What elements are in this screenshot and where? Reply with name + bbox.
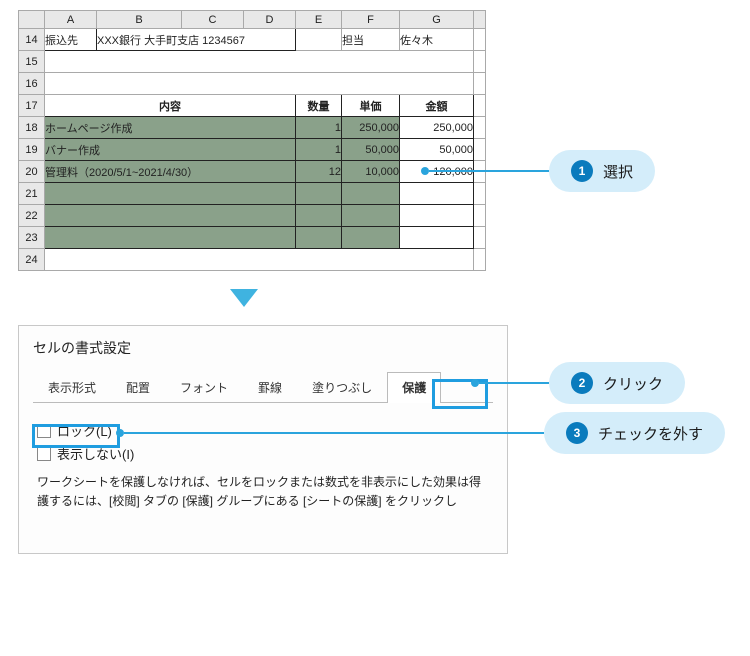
hdr-content[interactable]: 内容 (45, 95, 296, 117)
row-18[interactable]: 18 ホームページ作成 1 250,000 250,000 (19, 117, 486, 139)
callout-2: 2クリック (475, 362, 685, 404)
row-19[interactable]: 19 バナー作成 1 50,000 50,000 (19, 139, 486, 161)
checkbox-lock-label: ロック(L) (57, 421, 112, 440)
dialog-title: セルの書式設定 (33, 338, 493, 358)
dialog-note: ワークシートを保護しなければ、セルをロックまたは数式を非表示にした効果は得護する… (37, 473, 489, 511)
tab-protection[interactable]: 保護 (387, 372, 441, 403)
down-arrow-icon (230, 289, 258, 307)
tab-number[interactable]: 表示形式 (33, 372, 111, 402)
col-G[interactable]: G (400, 11, 474, 29)
tab-border[interactable]: 罫線 (243, 372, 297, 402)
col-F[interactable]: F (342, 11, 400, 29)
col-headers: A B C D E F G (19, 11, 486, 29)
checkbox-icon[interactable] (37, 424, 51, 438)
row-20[interactable]: 20 管理料（2020/5/1~2021/4/30） 12 10,000 120… (19, 161, 486, 183)
checkbox-icon[interactable] (37, 447, 51, 461)
spreadsheet-panel: A B C D E F G 14 振込先 XXX銀行 大手町支店 1234567… (0, 0, 490, 271)
col-C[interactable]: C (182, 11, 244, 29)
row-14[interactable]: 14 振込先 XXX銀行 大手町支店 1234567 担当 佐々木 (19, 29, 486, 51)
col-D[interactable]: D (244, 11, 296, 29)
callout-3-label: チェックを外す (598, 423, 703, 444)
callout-2-label: クリック (603, 373, 663, 394)
spreadsheet[interactable]: A B C D E F G 14 振込先 XXX銀行 大手町支店 1234567… (18, 10, 486, 271)
col-E[interactable]: E (296, 11, 342, 29)
hdr-amount[interactable]: 金額 (400, 95, 474, 117)
cell-A14[interactable]: 振込先 (45, 29, 97, 51)
callout-1-label: 選択 (603, 161, 633, 182)
cell-G14[interactable]: 佐々木 (400, 29, 474, 51)
row-17[interactable]: 17 内容 数量 単価 金額 (19, 95, 486, 117)
col-B[interactable]: B (97, 11, 182, 29)
dialog-tabs: 表示形式 配置 フォント 罫線 塗りつぶし 保護 (33, 372, 493, 403)
cell-F14[interactable]: 担当 (342, 29, 400, 51)
cell-B14[interactable]: XXX銀行 大手町支店 1234567 (97, 29, 296, 51)
col-A[interactable]: A (45, 11, 97, 29)
tab-fill[interactable]: 塗りつぶし (297, 372, 387, 402)
hdr-qty[interactable]: 数量 (296, 95, 342, 117)
callout-1: 1選択 (425, 150, 655, 192)
hdr-price[interactable]: 単価 (342, 95, 400, 117)
callout-3: 3チェックを外す (120, 412, 725, 454)
tab-font[interactable]: フォント (165, 372, 243, 402)
tab-alignment[interactable]: 配置 (111, 372, 165, 402)
